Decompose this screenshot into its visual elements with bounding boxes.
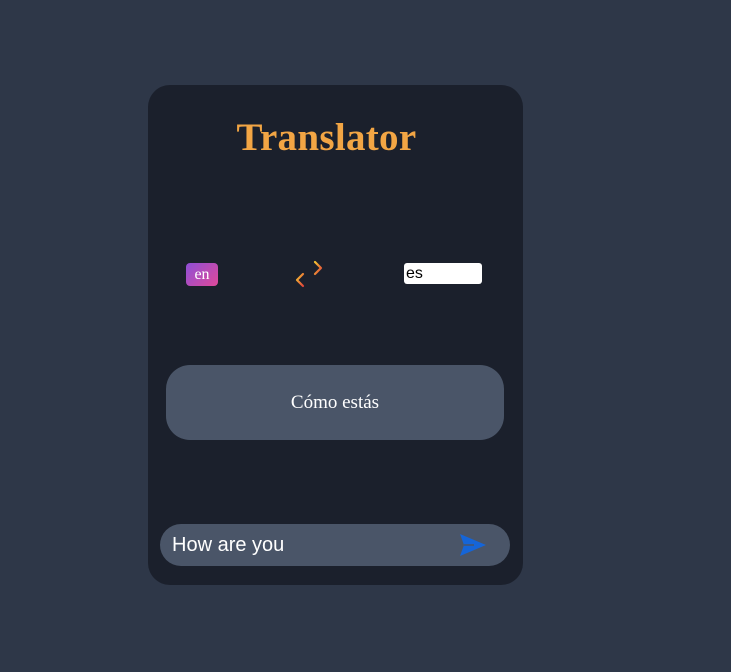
swap-arrows-icon (295, 260, 323, 288)
source-language-badge[interactable]: en (186, 263, 218, 286)
swap-languages-button[interactable] (294, 259, 324, 289)
translator-card: Translator en Cómo estás (148, 85, 523, 585)
send-icon (460, 534, 486, 556)
target-language-input[interactable] (404, 263, 482, 284)
input-bar (160, 524, 510, 566)
translation-output: Cómo estás (166, 365, 504, 440)
source-text-input[interactable] (172, 524, 442, 566)
send-button[interactable] (458, 532, 488, 558)
app-title: Translator (236, 116, 417, 159)
